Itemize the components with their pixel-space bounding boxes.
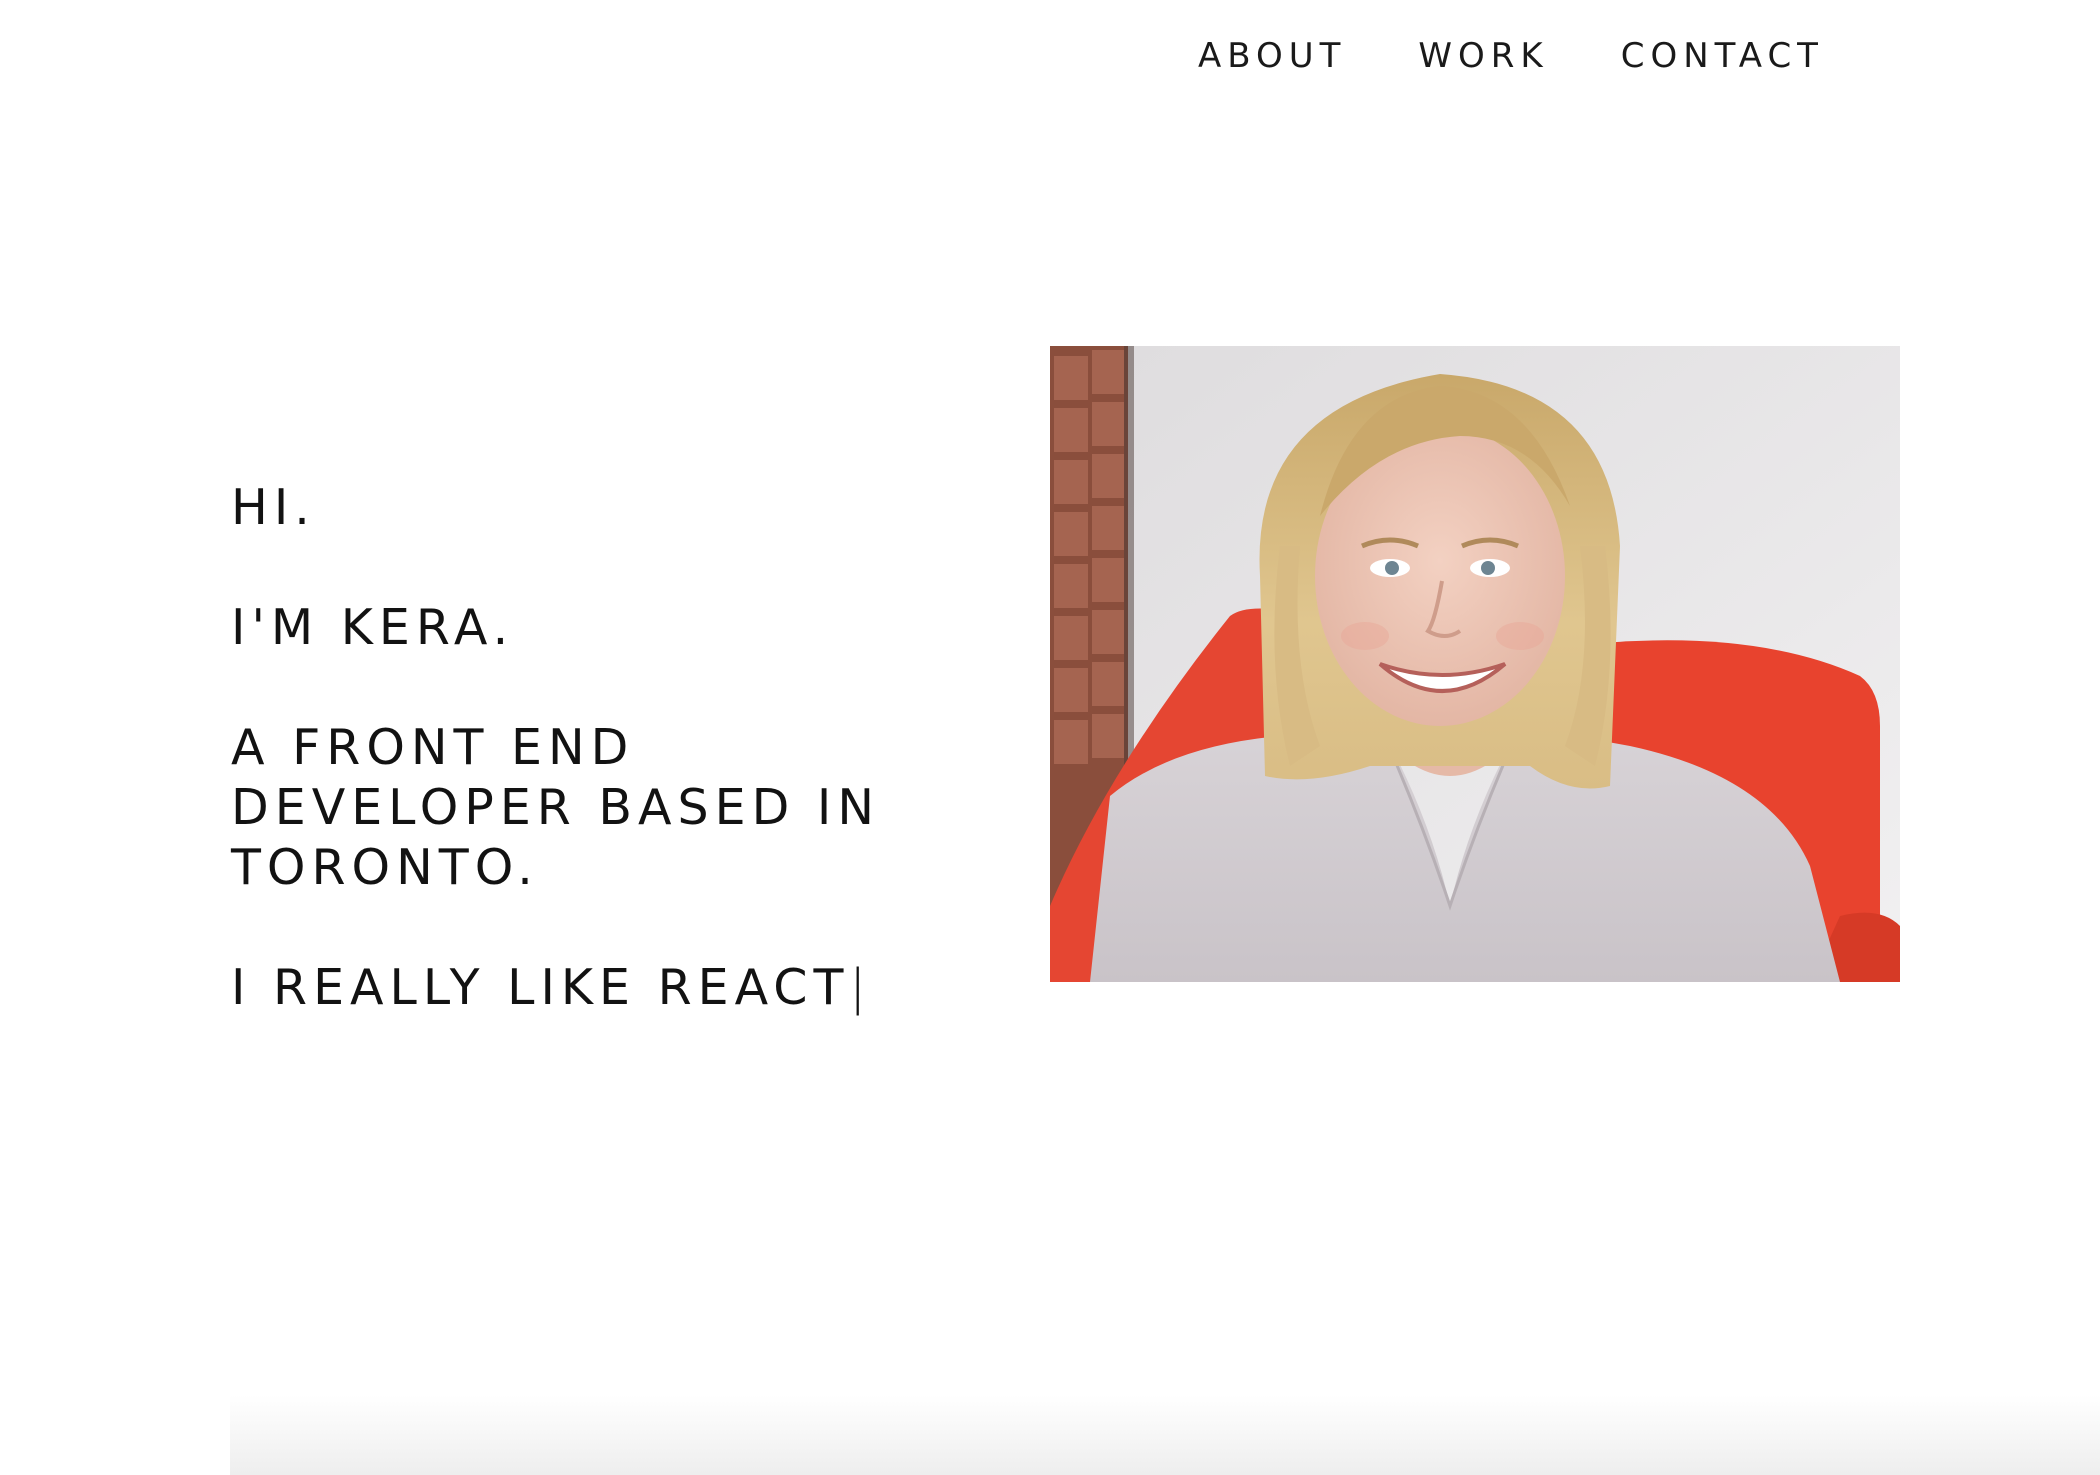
hero-role-line-2: DEVELOPER BASED IN <box>231 779 881 836</box>
hero-role-line-3: TORONTO. <box>231 839 539 896</box>
hero-typing-line: I REALLY LIKE REACT| <box>231 958 991 1018</box>
portrait-illustration <box>1050 346 1900 982</box>
main-nav: ABOUT WORK CONTACT <box>1198 30 1824 82</box>
nav-work-link[interactable]: WORK <box>1418 30 1548 82</box>
portrait-photo <box>1050 346 1900 982</box>
nav-contact-link[interactable]: CONTACT <box>1621 30 1824 82</box>
bottom-shadow <box>230 1395 2100 1475</box>
hero-name: I'M KERA. <box>231 599 515 656</box>
nav-about-link[interactable]: ABOUT <box>1198 30 1346 82</box>
hero-greeting: HI. <box>231 479 316 536</box>
hero-intro: HI. I'M KERA. A FRONT END DEVELOPER BASE… <box>231 478 991 1018</box>
typing-cursor: | <box>849 959 872 1016</box>
hero-typing-text: I REALLY LIKE REACT <box>231 959 850 1016</box>
hero-role-line-1: A FRONT END <box>231 719 635 776</box>
